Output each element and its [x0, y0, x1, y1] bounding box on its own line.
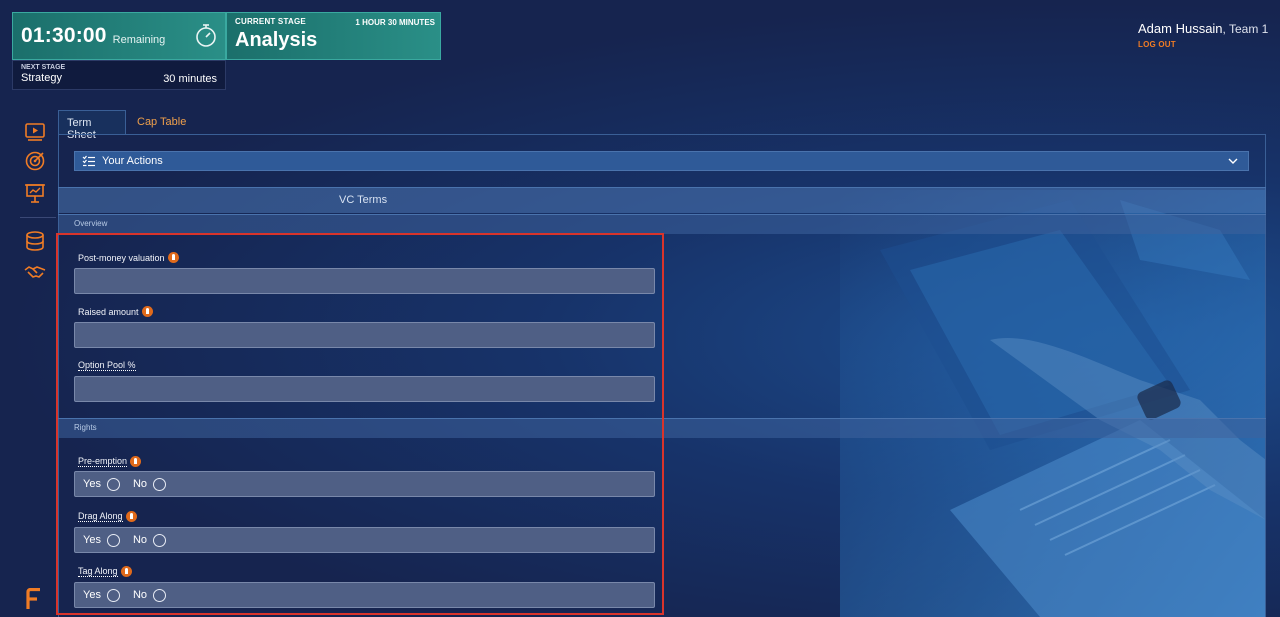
- pre-emption-yes-option[interactable]: Yes: [83, 477, 120, 491]
- timer-panel: 01:30:00 Remaining: [12, 12, 226, 60]
- presentation-icon[interactable]: [24, 182, 46, 204]
- info-icon[interactable]: [125, 511, 137, 522]
- target-icon[interactable]: [24, 150, 46, 172]
- checklist-icon: [82, 155, 95, 167]
- vc-terms-bar: [58, 187, 1266, 213]
- option-pool-label: Option Pool %: [78, 360, 136, 371]
- post-money-valuation-input[interactable]: [74, 268, 655, 294]
- current-stage-name: Analysis: [235, 29, 318, 51]
- user-info: Adam Hussain, Team 1: [1138, 21, 1268, 36]
- post-money-valuation-label: Post-money valuation: [78, 252, 179, 263]
- radio-button[interactable]: [106, 588, 120, 602]
- drag-along-label: Drag Along: [78, 511, 137, 522]
- radio-button[interactable]: [153, 588, 167, 602]
- user-name: Adam Hussain: [1138, 21, 1223, 36]
- timer-value: 01:30:00: [21, 24, 107, 47]
- overview-section-bar: [58, 214, 1266, 234]
- brand-logo: [26, 588, 40, 609]
- info-icon[interactable]: [120, 566, 132, 577]
- stopwatch-icon: [196, 24, 216, 47]
- pre-emption-label: Pre-emption: [78, 456, 142, 467]
- vc-terms-label: VC Terms: [339, 194, 388, 206]
- info-icon[interactable]: [141, 306, 153, 317]
- option-pool-input[interactable]: [74, 376, 655, 402]
- timer-remaining-label: Remaining: [112, 33, 166, 46]
- drag-along-yes-option[interactable]: Yes: [83, 533, 120, 547]
- tab-cap-table[interactable]: Cap Table: [129, 110, 194, 135]
- sidebar-divider: [20, 217, 56, 218]
- video-icon[interactable]: [24, 120, 46, 142]
- user-team: , Team 1: [1222, 22, 1269, 36]
- radio-button[interactable]: [106, 533, 120, 547]
- logout-link[interactable]: LOG OUT: [1138, 40, 1176, 49]
- drag-along-no-option[interactable]: No: [133, 533, 167, 547]
- rights-section-label: Rights: [74, 423, 97, 432]
- database-icon[interactable]: [24, 230, 46, 252]
- your-actions-label: Your Actions: [102, 155, 163, 167]
- current-stage-panel: CURRENT STAGE 1 HOUR 30 MINUTES Analysis: [226, 12, 441, 60]
- radio-button[interactable]: [106, 477, 120, 491]
- tab-term-sheet[interactable]: Term Sheet: [58, 110, 126, 141]
- raised-amount-input[interactable]: [74, 322, 655, 348]
- next-stage-duration: 30 minutes: [163, 73, 217, 85]
- drag-along-radio-group: Yes No: [74, 527, 655, 553]
- pre-emption-radio-group: Yes No: [74, 471, 655, 497]
- rights-section-bar: [58, 418, 1266, 438]
- radio-button[interactable]: [153, 477, 167, 491]
- current-stage-duration: 1 HOUR 30 MINUTES: [355, 18, 435, 27]
- next-stage-label: NEXT STAGE: [21, 64, 66, 71]
- your-actions-dropdown[interactable]: Your Actions: [74, 151, 1249, 171]
- next-stage-panel: NEXT STAGE Strategy 30 minutes: [12, 60, 226, 90]
- raised-amount-label: Raised amount: [78, 306, 153, 317]
- overview-section-label: Overview: [74, 219, 108, 228]
- tag-along-no-option[interactable]: No: [133, 588, 167, 602]
- radio-button[interactable]: [153, 533, 167, 547]
- tag-along-yes-option[interactable]: Yes: [83, 588, 120, 602]
- tag-along-label: Tag Along: [78, 566, 132, 577]
- handshake-icon[interactable]: [24, 261, 46, 283]
- info-icon[interactable]: [167, 252, 179, 263]
- info-icon[interactable]: [130, 456, 142, 467]
- pre-emption-no-option[interactable]: No: [133, 477, 167, 491]
- chevron-down-icon: [1228, 158, 1238, 164]
- tag-along-radio-group: Yes No: [74, 582, 655, 608]
